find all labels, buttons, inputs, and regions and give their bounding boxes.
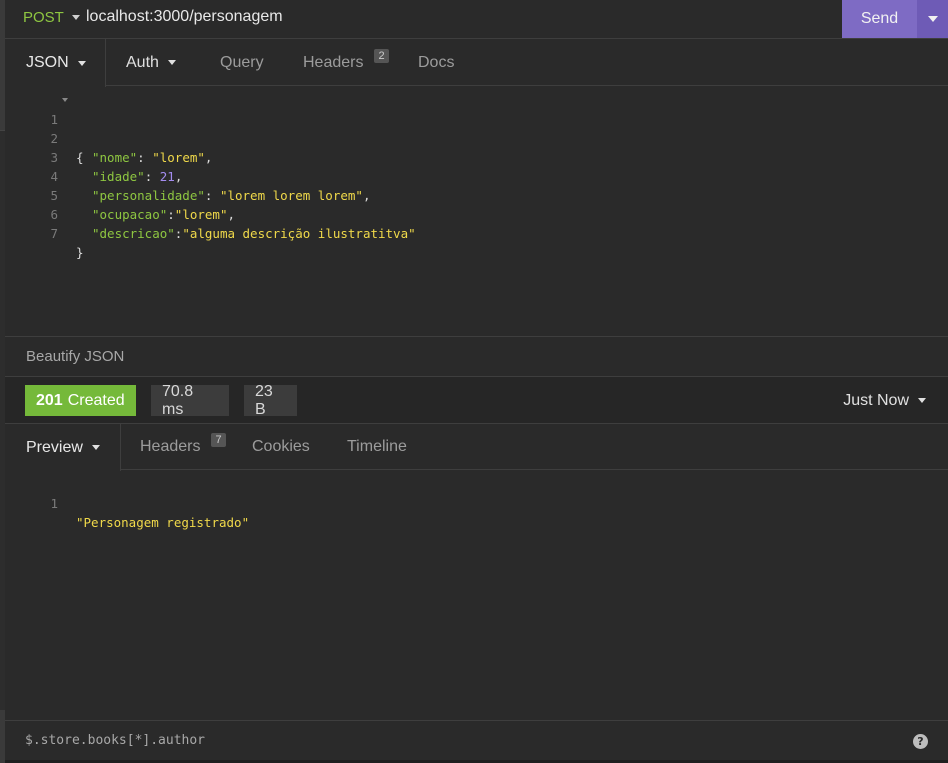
- json-string-value: "alguma descrição ilustratitva": [182, 226, 416, 241]
- tab-docs-label: Docs: [418, 53, 455, 71]
- code-line: 7 }: [5, 205, 948, 260]
- method-label: POST: [23, 8, 64, 26]
- url-bar: POST localhost:3000/personagem Send: [5, 0, 948, 39]
- tab-auth-label: Auth: [126, 53, 159, 71]
- status-code: 201: [36, 391, 63, 409]
- tab-query[interactable]: Query: [220, 39, 264, 86]
- tab-auth[interactable]: Auth: [126, 39, 176, 86]
- response-history-label: Just Now: [843, 391, 909, 409]
- help-icon[interactable]: ?: [913, 734, 928, 749]
- json-key: "descricao": [92, 226, 175, 241]
- request-tabs: JSON Auth Query Headers 2 Docs: [5, 39, 948, 87]
- chevron-down-icon: [918, 398, 926, 403]
- tab-headers-label: Headers: [303, 53, 364, 71]
- chevron-down-icon: [167, 60, 176, 65]
- response-history-dropdown[interactable]: Just Now: [843, 377, 926, 424]
- response-body-viewer[interactable]: 1 "Personagem registrado": [5, 475, 948, 720]
- response-status-bar: 201 Created 70.8 ms 23 B Just Now: [5, 377, 948, 424]
- tab-json[interactable]: JSON: [5, 39, 106, 87]
- tab-json-label: JSON: [26, 54, 69, 71]
- tab-cookies[interactable]: Cookies: [252, 424, 310, 470]
- close-brace: }: [76, 245, 84, 260]
- tab-docs[interactable]: Docs: [418, 39, 454, 86]
- beautify-json-button[interactable]: Beautify JSON: [5, 336, 948, 377]
- status-badge: 201 Created: [25, 385, 136, 416]
- url-input[interactable]: localhost:3000/personagem: [86, 0, 283, 34]
- send-button[interactable]: Send: [842, 0, 917, 38]
- tab-response-headers[interactable]: Headers 7: [140, 424, 226, 470]
- tab-preview-label: Preview: [26, 438, 83, 456]
- filter-input[interactable]: $.store.books[*].author: [25, 721, 205, 761]
- line-number: 7: [50, 226, 58, 241]
- tab-timeline-label: Timeline: [347, 438, 407, 455]
- response-size-badge: 23 B: [244, 383, 297, 418]
- tab-timeline[interactable]: Timeline: [347, 424, 407, 470]
- response-headers-count-badge: 7: [211, 433, 226, 447]
- response-string-value: "Personagem registrado": [76, 515, 250, 530]
- tab-response-headers-label: Headers: [140, 438, 201, 455]
- response-tabs: Preview Headers 7 Cookies Timeline: [5, 424, 948, 471]
- send-options-button[interactable]: [917, 0, 948, 38]
- request-response-pane: POST localhost:3000/personagem Send JSON…: [5, 0, 948, 763]
- code-line: 6 "descricao":"alguma descrição ilustrat…: [5, 186, 948, 241]
- tab-headers[interactable]: Headers 2: [303, 39, 389, 86]
- status-text: Created: [67, 391, 125, 409]
- chevron-down-icon: [77, 60, 86, 66]
- response-filter-bar: $.store.books[*].author ?: [5, 720, 948, 763]
- tab-cookies-label: Cookies: [252, 438, 310, 455]
- code-line: 5 "ocupacao":"lorem",: [5, 167, 948, 222]
- response-time-badge: 70.8 ms: [151, 383, 229, 418]
- chevron-down-icon: [71, 14, 80, 20]
- code-line: 3 "idade": 21,: [5, 129, 948, 184]
- code-line: 2 "nome": "lorem",: [5, 110, 948, 165]
- tab-preview[interactable]: Preview: [5, 424, 121, 471]
- chevron-down-icon: [927, 16, 938, 22]
- line-number: 1: [50, 496, 58, 511]
- tab-query-label: Query: [220, 53, 264, 71]
- code-line: 1 {: [5, 91, 948, 165]
- code-line: 4 "personalidade": "lorem lorem lorem",: [5, 148, 948, 203]
- method-dropdown[interactable]: POST: [23, 0, 80, 34]
- code-line: 1 "Personagem registrado": [5, 475, 948, 530]
- request-body-editor[interactable]: 1 { 2 "nome": "lorem", 3 "idade": 21, 4 …: [5, 90, 948, 336]
- fold-arrow-icon[interactable]: [62, 98, 68, 102]
- headers-count-badge: 2: [374, 48, 389, 63]
- chevron-down-icon: [91, 445, 100, 450]
